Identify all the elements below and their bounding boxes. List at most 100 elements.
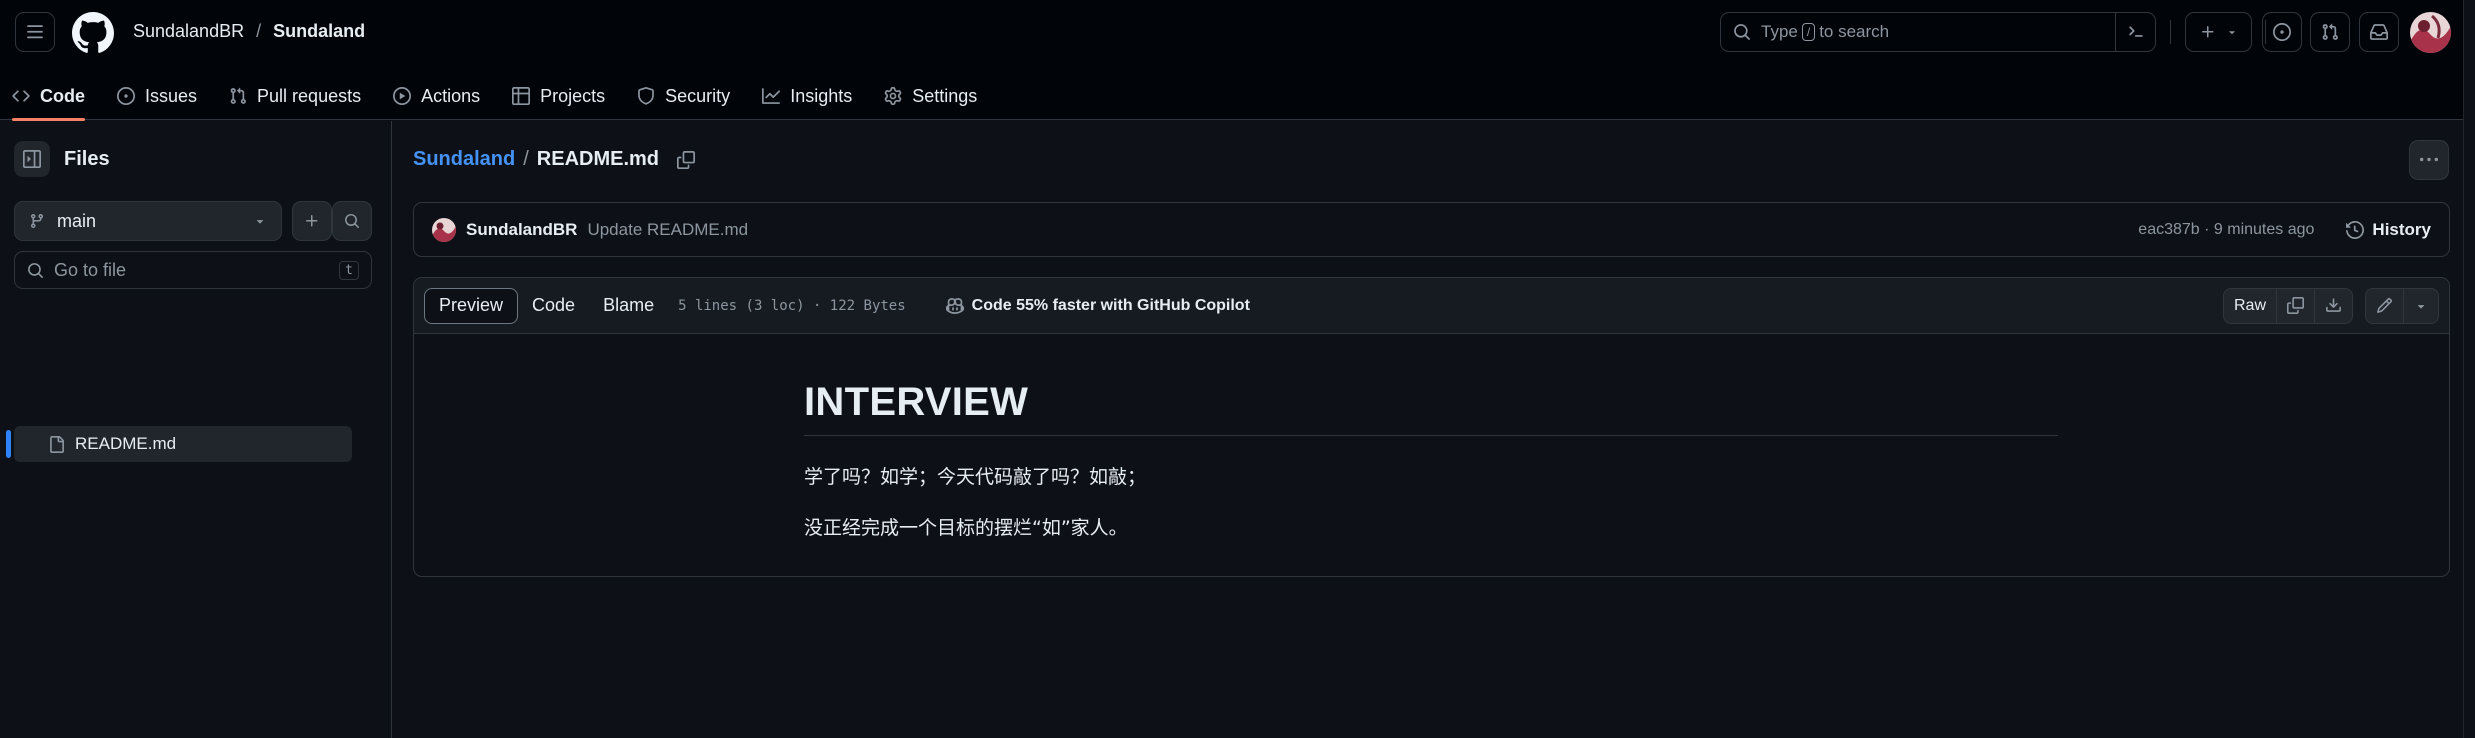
markdown-body: INTERVIEW 学了吗？如学；今天代码敲了吗？如敲； 没正经完成一个目标的摆… [804,380,2058,540]
path-separator: / [523,148,529,170]
collapse-sidebar-button[interactable] [14,141,50,177]
header-divider [2170,20,2171,44]
search-icon [1733,23,1751,41]
terminal-icon [2127,23,2145,41]
pull-requests-button[interactable] [2310,12,2350,52]
graph-icon [762,87,781,105]
history-icon [2346,220,2365,239]
blame-tab[interactable]: Blame [589,288,668,324]
hamburger-icon [26,23,44,41]
tab-label: Security [665,85,731,106]
copilot-promo-label: Code 55% faster with GitHub Copilot [971,296,1250,314]
plus-icon [2200,24,2216,40]
breadcrumb-separator: / [256,21,262,41]
tree-item-label: README.md [75,434,177,453]
inbox-icon [2370,23,2388,41]
raw-button[interactable]: Raw [2224,288,2277,323]
copilot-promo[interactable]: Code 55% faster with GitHub Copilot [945,296,1250,315]
download-button[interactable] [2315,289,2352,323]
view-mode-segmented-control: Preview Code Blame [424,287,668,324]
search-shortcut-key: / [1801,23,1816,41]
tree-item-readme[interactable]: README.md [6,426,352,462]
commit-author[interactable]: SundalandBR [466,220,577,240]
tab-security[interactable]: Security [625,72,742,120]
issues-button[interactable] [2262,12,2302,52]
plus-icon [304,213,320,229]
inbox-button[interactable] [2359,12,2399,52]
create-new-button[interactable] [2185,12,2252,52]
shield-icon [637,87,655,105]
more-options-button[interactable] [2409,140,2449,180]
code-icon [12,87,30,105]
download-icon [2325,297,2342,314]
edit-actions-group [2365,287,2439,324]
git-pull-request-icon [2321,23,2339,41]
tab-actions[interactable]: Actions [381,72,492,120]
gear-icon [884,87,902,105]
branch-name: main [57,210,97,231]
github-logo-icon[interactable] [72,12,114,54]
menu-button[interactable] [15,12,55,52]
commit-meta[interactable]: eac387b · 9 minutes ago [2138,221,2314,239]
tab-label: Projects [540,85,606,106]
copy-path-icon[interactable] [677,150,696,169]
triangle-down-icon [2226,26,2238,38]
add-file-button[interactable] [292,201,332,241]
preview-tab[interactable]: Preview [424,287,519,324]
search-placeholder-prefix: Type [1761,22,1798,41]
history-button[interactable]: History [2346,220,2431,240]
file-path-breadcrumb: Sundaland / README.md [413,148,696,171]
page-scrollbar[interactable] [2463,0,2475,738]
tab-label: Settings [912,85,978,106]
tab-settings[interactable]: Settings [872,72,989,120]
sidebar-title: Files [64,147,110,170]
tab-insights[interactable]: Insights [750,72,864,120]
tab-label: Actions [421,85,481,106]
tab-label: Pull requests [257,85,362,106]
copy-raw-button[interactable] [2277,288,2315,323]
go-to-file-shortcut: t [339,260,359,280]
edit-options-dropdown[interactable] [2404,289,2438,323]
commit-author-avatar[interactable] [432,217,456,242]
user-avatar[interactable] [2410,12,2451,53]
branch-selector[interactable]: main [14,201,282,241]
repo-link[interactable]: Sundaland [273,21,365,42]
global-header: SundalandBR / Sundaland Type / to search [0,0,2475,121]
issue-opened-icon [2273,23,2291,41]
tab-label: Insights [790,85,853,106]
tab-label: Issues [145,85,198,106]
file-stats: 5 lines (3 loc) · 122 Bytes [678,297,906,314]
tab-label: Code [40,85,85,106]
commit-message[interactable]: Update README.md [587,220,748,240]
pull-request-icon [229,87,247,105]
tab-pull-requests[interactable]: Pull requests [217,72,373,120]
breadcrumb: SundalandBR / Sundaland [133,21,365,42]
search-icon [27,262,44,279]
markdown-heading: INTERVIEW [804,380,2058,436]
tab-issues[interactable]: Issues [105,72,209,120]
command-palette-button[interactable] [2115,13,2155,51]
file-toolbar: Preview Code Blame 5 lines (3 loc) · 122… [414,278,2449,334]
tab-code[interactable]: Code [0,72,97,121]
pencil-icon [2376,297,2393,314]
sidebar-header: Files [14,141,110,177]
code-view-tab[interactable]: Code [518,288,589,324]
copy-icon [2287,297,2304,314]
file-icon [48,435,65,453]
edit-file-button[interactable] [2366,288,2404,323]
go-to-file-input[interactable]: Go to file t [14,251,372,289]
latest-commit-bar: SundalandBR Update README.md eac387b · 9… [413,202,2450,257]
play-icon [393,87,412,105]
search-files-button[interactable] [332,201,372,241]
search-input[interactable]: Type / to search [1720,12,2156,52]
repo-nav: Code Issues Pull requests Actions Projec… [0,72,997,121]
search-icon [344,213,360,229]
triangle-down-icon [253,214,267,228]
tab-projects[interactable]: Projects [500,72,617,120]
copilot-icon [945,297,964,315]
file-tree-sidebar: Files main Go to file t README.md [0,121,392,738]
kebab-horizontal-icon [2420,151,2438,169]
history-label: History [2372,219,2431,239]
owner-link[interactable]: SundalandBR [133,21,244,42]
repo-root-link[interactable]: Sundaland [413,148,515,171]
